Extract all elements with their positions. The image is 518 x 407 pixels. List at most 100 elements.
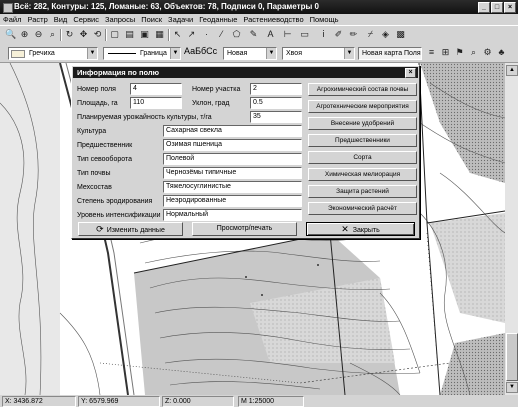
- yield-field[interactable]: 35: [250, 111, 302, 123]
- plot-number-label: Номер участка: [192, 86, 241, 93]
- predecessor-label: Предшественник: [77, 142, 133, 149]
- edit-data-button[interactable]: ⟳ Изменить данные: [78, 222, 183, 236]
- symbol-combo[interactable]: Хвоя ▼: [282, 47, 355, 60]
- field-number-field[interactable]: 4: [130, 83, 182, 95]
- fill-icon[interactable]: ◈: [380, 29, 391, 40]
- mech-field[interactable]: Тяжелосуглинистые: [163, 181, 302, 193]
- pencil-icon[interactable]: ✏: [348, 29, 359, 40]
- predecessor-field[interactable]: Озимая пшеница: [163, 139, 302, 151]
- fill-swatch: [11, 50, 25, 58]
- chevron-down-icon: ▼: [266, 48, 276, 59]
- soil-type-label: Тип почвы: [77, 170, 111, 177]
- layer-icon[interactable]: ▤: [124, 29, 135, 40]
- dialog-title: Информация по полю: [77, 68, 160, 77]
- zoom-in-icon[interactable]: ⊕: [19, 29, 30, 40]
- pan-icon[interactable]: ✥: [78, 29, 89, 40]
- map-name-field[interactable]: Новая карта Поля: [358, 47, 422, 60]
- plot-number-field[interactable]: 2: [250, 83, 302, 95]
- mech-label: Мехсостав: [77, 184, 112, 191]
- node-edit-icon[interactable]: ↗: [186, 29, 197, 40]
- slope-field[interactable]: 0.5: [250, 97, 302, 109]
- close-label: Закрыть: [352, 227, 380, 234]
- predecessors-button[interactable]: Предшественники: [308, 134, 417, 147]
- pen-tool-icon[interactable]: ✎: [248, 29, 259, 40]
- edit-data-label: Изменить данные: [106, 227, 165, 234]
- refresh-icon: ⟳: [96, 224, 104, 234]
- attributes-icon[interactable]: ⅰ: [318, 29, 329, 40]
- flag-icon[interactable]: ⚑: [454, 47, 465, 58]
- zoom-area-icon[interactable]: ⌕: [468, 47, 479, 58]
- menu-help[interactable]: Помощь: [307, 14, 342, 25]
- zoom-icon[interactable]: 🔍: [5, 29, 16, 40]
- agrotech-button[interactable]: Агротехнические мероприятия: [308, 100, 417, 113]
- menu-geodata[interactable]: Геоданные: [196, 14, 240, 25]
- economic-calc-button[interactable]: Экономический расчёт: [308, 202, 417, 215]
- frame-icon[interactable]: ▢: [109, 29, 120, 40]
- zoom-out-icon[interactable]: ⊖: [33, 29, 44, 40]
- close-button[interactable]: ✕ Закрыть: [306, 222, 415, 236]
- refresh-icon[interactable]: ↻: [64, 29, 75, 40]
- menu-bar: Файл Растр Вид Сервис Запросы Поиск Зада…: [0, 14, 518, 25]
- settings-icon[interactable]: ⚙: [482, 47, 493, 58]
- chem-melioration-button[interactable]: Химическая мелиорация: [308, 168, 417, 181]
- preview-print-button[interactable]: Просмотр/печать: [192, 222, 297, 236]
- agrochem-button[interactable]: Агрохимический состав почвы: [308, 83, 417, 96]
- menu-service[interactable]: Сервис: [70, 14, 102, 25]
- field-info-dialog: Информация по полю × Номер поля 4 Номер …: [71, 65, 420, 239]
- eyedropper-icon[interactable]: ⌿: [365, 29, 376, 40]
- grid-icon[interactable]: ▦: [154, 29, 165, 40]
- style-toolbar: Гречиха ▼ Граница ▼ АаБбСс Новая ▼ Хвоя …: [0, 44, 518, 63]
- tree-icon[interactable]: ♣: [496, 47, 507, 58]
- chevron-down-icon: ▼: [170, 48, 180, 59]
- culture-field[interactable]: Сахарная свекла: [163, 125, 302, 137]
- menu-queries[interactable]: Запросы: [102, 14, 138, 25]
- soil-type-field[interactable]: Чернозёмы типичные: [163, 167, 302, 179]
- status-scale: М 1:25000: [238, 396, 304, 407]
- rotation-label: Тип севооборота: [77, 156, 132, 163]
- font-combo[interactable]: Новая ▼: [223, 47, 277, 60]
- erosion-field[interactable]: Неэродированные: [163, 195, 302, 207]
- dialog-title-bar: Информация по полю ×: [73, 67, 418, 78]
- text-tool-icon[interactable]: A: [265, 29, 276, 40]
- line-tool-icon[interactable]: ⁄: [216, 29, 227, 40]
- plant-protection-button[interactable]: Защита растений: [308, 185, 417, 198]
- zoom-extents-icon[interactable]: ⌕: [47, 29, 58, 40]
- select-arrow-icon[interactable]: ↖: [172, 29, 183, 40]
- scroll-down-arrow-icon[interactable]: ▼: [506, 382, 518, 393]
- minimize-button[interactable]: _: [478, 2, 490, 13]
- polygon-tool-icon[interactable]: ⬠: [231, 29, 242, 40]
- photo-icon[interactable]: ▩: [395, 29, 406, 40]
- rotate-icon[interactable]: ⟲: [92, 29, 103, 40]
- area-field[interactable]: 110: [130, 97, 182, 109]
- maximize-button[interactable]: □: [491, 2, 503, 13]
- yield-label: Планируемая урожайность культуры, т/га: [77, 114, 212, 121]
- point-tool-icon[interactable]: ·: [201, 29, 212, 40]
- fertilizer-button[interactable]: Внесение удобрений: [308, 117, 417, 130]
- table-icon[interactable]: ▭: [299, 29, 310, 40]
- line-style-combo[interactable]: Граница ▼: [103, 47, 181, 60]
- fill-style-combo[interactable]: Гречиха ▼: [8, 47, 98, 60]
- brush-icon[interactable]: ✐: [333, 29, 344, 40]
- close-window-button[interactable]: ×: [504, 2, 516, 13]
- slope-label: Уклон, град: [192, 100, 230, 107]
- rotation-field[interactable]: Полевой: [163, 153, 302, 165]
- measure-icon[interactable]: ⊢: [282, 29, 293, 40]
- scroll-up-arrow-icon[interactable]: ▲: [506, 65, 518, 76]
- menu-view[interactable]: Вид: [51, 14, 71, 25]
- menu-crop-production[interactable]: Растениеводство: [240, 14, 306, 25]
- intensity-field[interactable]: Нормальный: [163, 209, 302, 221]
- window-icon[interactable]: ▣: [139, 29, 150, 40]
- scroll-thumb[interactable]: [506, 333, 518, 381]
- erosion-label: Степень эродирования: [77, 198, 153, 205]
- window-title: Всё: 282, Контуры: 125, Ломаные: 63, Объ…: [14, 2, 319, 11]
- dialog-close-icon[interactable]: ×: [405, 68, 416, 78]
- layers-icon[interactable]: ≡: [426, 47, 437, 58]
- menu-search[interactable]: Поиск: [138, 14, 165, 25]
- map-vertical-scrollbar[interactable]: ▲ ▼: [505, 63, 518, 395]
- labels-icon[interactable]: ⊞: [440, 47, 451, 58]
- varieties-button[interactable]: Сорта: [308, 151, 417, 164]
- intensity-label: Уровень интенсификации: [77, 212, 161, 219]
- menu-raster[interactable]: Растр: [24, 14, 50, 25]
- menu-tasks[interactable]: Задачи: [165, 14, 196, 25]
- menu-file[interactable]: Файл: [0, 14, 24, 25]
